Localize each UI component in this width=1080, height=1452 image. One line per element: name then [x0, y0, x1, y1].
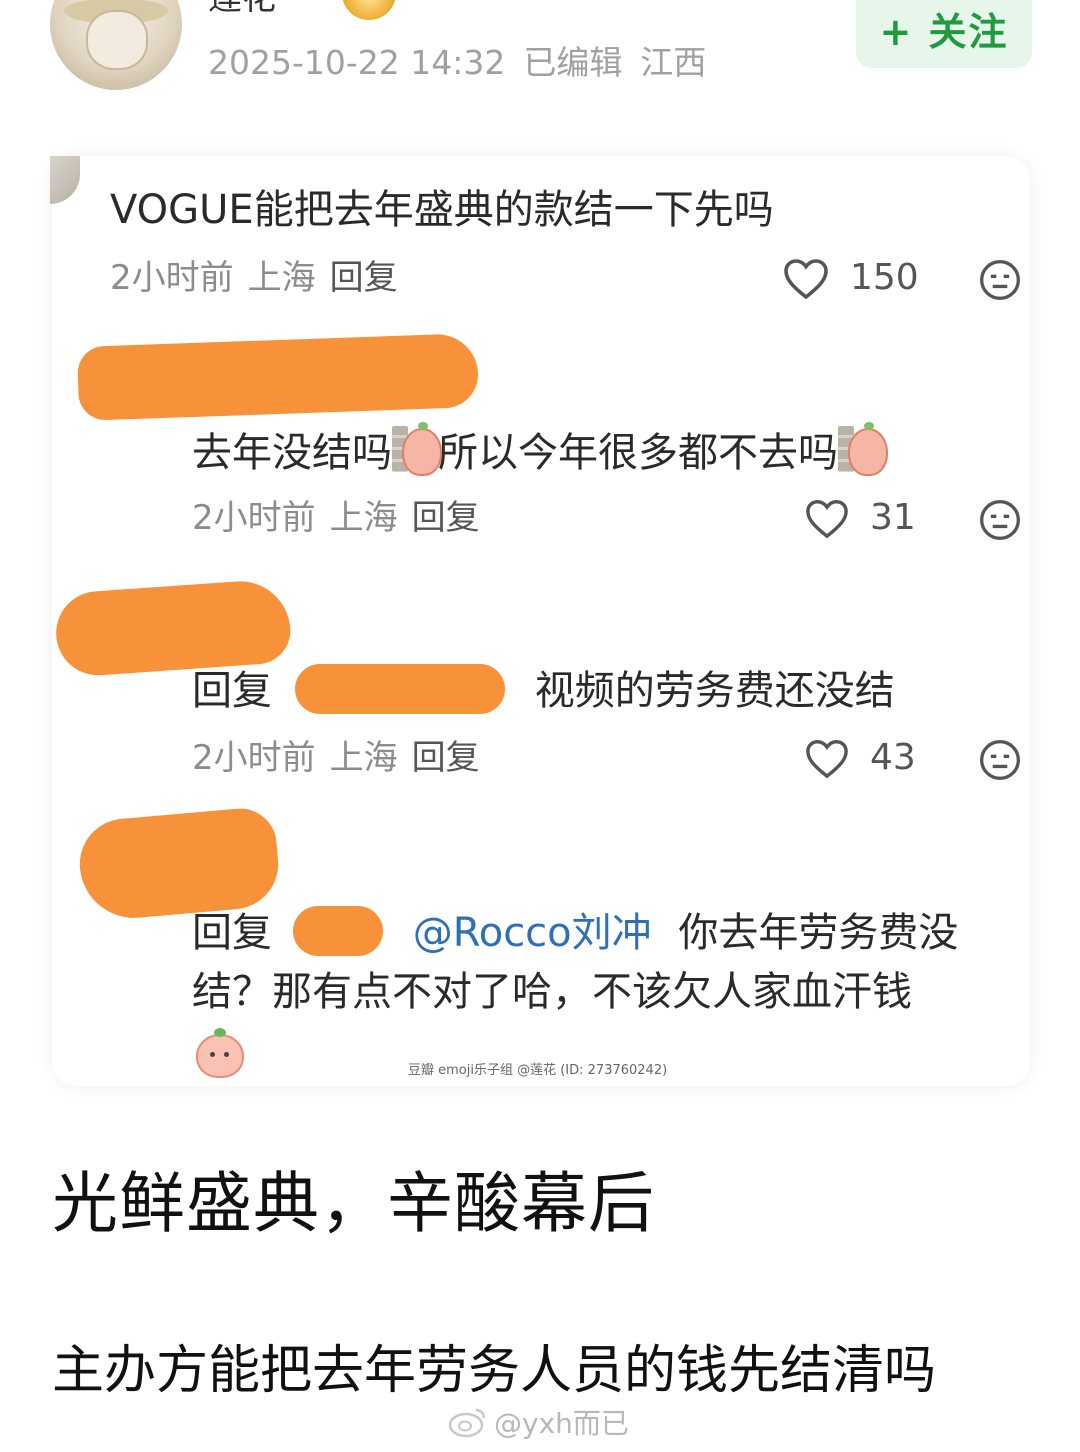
comment-3-text: 回复 视频的劳务费还没结: [192, 664, 895, 717]
weibo-watermark: @yxh而已: [448, 1402, 629, 1442]
comment-1-like-button[interactable]: 150: [782, 256, 919, 300]
comment-3-reply-prefix: 回复: [192, 668, 272, 714]
comment-2-like-count: 31: [870, 497, 916, 538]
post-timestamp: 2025-10-22 14:32: [208, 43, 506, 82]
follow-button[interactable]: + 关注: [856, 0, 1032, 68]
redacted-username: [76, 805, 282, 923]
heart-icon: [806, 740, 848, 779]
post-body: 主办方能把去年劳务人员的钱先结清吗: [52, 1341, 937, 1401]
comment-1-text: VOGUE能把去年盛典的款结一下先吗: [110, 187, 774, 233]
comment-3-reply[interactable]: 回复: [412, 738, 480, 778]
comment-3-meta: 2小时前 上海 回复: [192, 736, 494, 780]
redacted-mention: [294, 664, 505, 714]
comment-3-like-button[interactable]: 43: [804, 736, 916, 780]
avatar-cat-face: [86, 10, 148, 70]
comment-2-reply[interactable]: 回复: [412, 498, 480, 538]
comment-4-line2: 结？那有点不对了哈，不该欠人家血汗钱: [192, 969, 912, 1015]
weibo-logo-icon: [448, 1408, 486, 1438]
comment-2-time: 2小时前: [192, 498, 316, 538]
comment-3-time: 2小时前: [192, 738, 316, 778]
comment-1-react-button[interactable]: [978, 258, 1022, 302]
comment-2-text-part1: 去年没结吗: [192, 430, 392, 476]
comment-3-location: 上海: [329, 738, 398, 778]
author-name[interactable]: 莲花: [208, 0, 276, 18]
author-avatar[interactable]: [50, 0, 182, 90]
mention-link[interactable]: @Rocco刘冲: [413, 910, 652, 956]
comment-4-text-line1: 你去年劳务费没: [678, 910, 959, 956]
weibo-handle: @yxh而已: [494, 1407, 629, 1440]
comment-1-like-count: 150: [850, 257, 919, 298]
post-headline: 光鲜盛典，辛酸幕后: [52, 1165, 655, 1242]
comment-1-reply[interactable]: 回复: [330, 258, 398, 298]
post-location: 江西: [640, 43, 707, 82]
comment-3-react-button[interactable]: [978, 738, 1022, 782]
peeking-bean-emoji-icon: [838, 422, 888, 476]
comment-2-meta: 2小时前 上海 回复: [192, 496, 494, 540]
heart-icon: [784, 259, 828, 300]
redacted-username: [76, 333, 480, 421]
comment-4-reply-prefix: 回复: [192, 910, 272, 956]
comment-3-body: 视频的劳务费还没结: [534, 668, 895, 714]
meh-face-icon: [980, 740, 1020, 780]
comment-1-meta: 2小时前 上海 回复: [110, 256, 412, 300]
comment-2-react-button[interactable]: [978, 498, 1022, 542]
peeking-bean-emoji-icon: [392, 422, 442, 476]
comment-3-like-count: 43: [870, 737, 916, 778]
redacted-mention: [292, 906, 383, 956]
comment-2-text-part2: 所以今年很多都不去吗: [438, 430, 838, 476]
post-meta: 2025-10-22 14:32 已编辑 江西: [208, 40, 724, 86]
douban-watermark: 豆瓣 emoji乐子组 @莲花 (ID: 273760242): [408, 1063, 668, 1078]
comment-1-location: 上海: [247, 258, 316, 298]
comment-2-location: 上海: [329, 498, 398, 538]
peach-bean-emoji-icon: [196, 1028, 244, 1078]
comment-2-text: 去年没结吗 所以今年很多都不去吗: [192, 422, 888, 479]
medal-icon: [342, 0, 396, 20]
meh-face-icon: [980, 260, 1020, 300]
meh-face-icon: [980, 500, 1020, 540]
heart-icon: [806, 500, 848, 539]
comment-1-time: 2小时前: [110, 258, 234, 298]
post-edited-label: 已编辑: [523, 43, 623, 82]
comment-2-like-button[interactable]: 31: [804, 496, 916, 540]
comment-4-line1: 回复 @Rocco刘冲 你去年劳务费没: [192, 906, 958, 959]
